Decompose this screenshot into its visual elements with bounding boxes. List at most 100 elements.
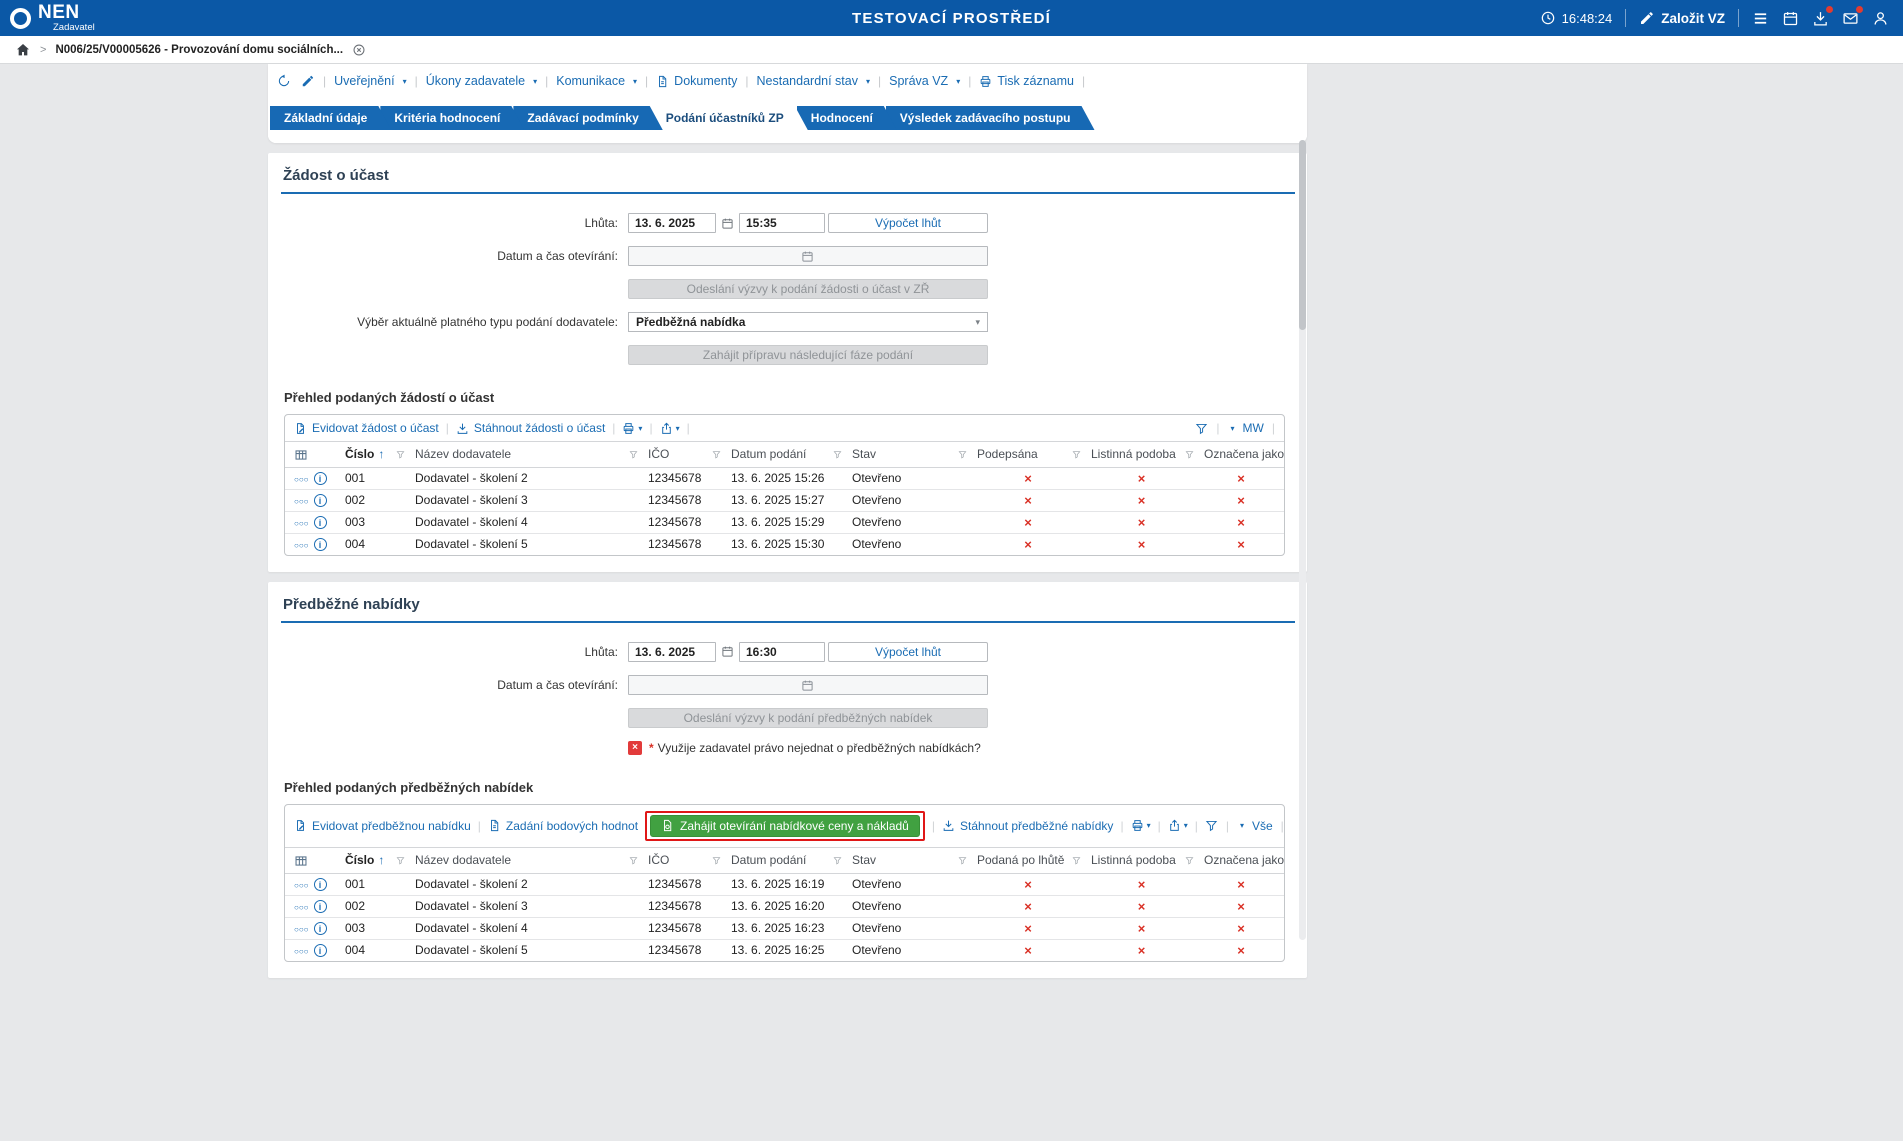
- zalozit-vz-button[interactable]: Založit VZ: [1639, 10, 1725, 26]
- lhuta-time-input[interactable]: 15:35: [739, 213, 825, 233]
- column-filter-icon[interactable]: [1185, 450, 1194, 459]
- column-filter-icon[interactable]: [712, 450, 721, 459]
- col-header-stav[interactable]: Stav: [846, 441, 971, 468]
- info-icon[interactable]: i: [313, 944, 327, 958]
- column-filter-icon[interactable]: [833, 450, 842, 459]
- zahajit-otevirani-button[interactable]: Zahájit otevírání nabídkové ceny a nákla…: [650, 814, 920, 837]
- col-header-podana-po-lhute[interactable]: Podaná po lhůtě: [971, 846, 1085, 874]
- typ-podani-select[interactable]: Předběžná nabídka ▾: [628, 312, 988, 332]
- info-icon[interactable]: i: [313, 900, 327, 914]
- col-header-podepsana[interactable]: Podepsána: [971, 441, 1085, 468]
- tab-zakladni-udaje[interactable]: Základní údaje: [270, 106, 391, 130]
- column-filter-icon[interactable]: [1072, 856, 1081, 865]
- nen-logo[interactable]: NEN Zadavatel: [10, 3, 95, 33]
- evidovat-zadost-button[interactable]: Evidovat žádost o účast: [294, 421, 439, 435]
- col-header-cislo[interactable]: Číslo ↑: [339, 441, 409, 468]
- menu-dokumenty[interactable]: Dokumenty: [656, 74, 737, 88]
- vypocet-lhut-button[interactable]: Výpočet lhůt: [828, 213, 988, 233]
- calendar-picker-button[interactable]: [721, 645, 734, 658]
- print-table-button[interactable]: ▾: [1131, 819, 1151, 832]
- session-timer[interactable]: 16:48:24: [1540, 10, 1612, 26]
- close-record-button[interactable]: [352, 43, 366, 57]
- lhuta-date-input[interactable]: 13. 6. 2025: [628, 641, 716, 662]
- col-header-datum[interactable]: Datum podání: [725, 846, 846, 874]
- info-icon[interactable]: i: [313, 922, 327, 936]
- main-menu-button[interactable]: [1752, 10, 1769, 27]
- zahajit-pripravu-button[interactable]: Zahájit přípravu následující fáze podání: [628, 345, 988, 365]
- col-header-ico[interactable]: IČO: [642, 846, 725, 874]
- info-icon[interactable]: i: [313, 494, 327, 508]
- export-table-button[interactable]: ▾: [1168, 819, 1188, 832]
- col-header-oznacena[interactable]: Označena jako ne: [1198, 441, 1284, 468]
- table-row[interactable]: ○○○ i 002 Dodavatel - školení 3 12345678 …: [285, 895, 1284, 918]
- export-table-button[interactable]: ▾: [660, 422, 680, 435]
- row-actions-icon[interactable]: ○○○: [294, 541, 309, 550]
- tab-kriteria-hodnoceni[interactable]: Kritéria hodnocení: [380, 106, 524, 130]
- vertical-scrollbar[interactable]: [1299, 140, 1306, 940]
- info-icon[interactable]: i: [313, 516, 327, 530]
- filter-button[interactable]: [1205, 819, 1218, 832]
- filter-button[interactable]: [1195, 422, 1208, 435]
- breadcrumb-item[interactable]: N006/25/V00005626 - Provozování domu soc…: [55, 44, 343, 56]
- info-icon[interactable]: i: [313, 878, 327, 892]
- row-actions-icon[interactable]: ○○○: [294, 903, 309, 912]
- table-row[interactable]: ○○○ i 003 Dodavatel - školení 4 12345678 …: [285, 917, 1284, 940]
- otevirani-datetime-input[interactable]: [628, 246, 988, 266]
- view-mode-label[interactable]: MW: [1243, 421, 1264, 435]
- column-filter-icon[interactable]: [629, 450, 638, 459]
- table-row[interactable]: ○○○ i 004 Dodavatel - školení 5 12345678 …: [285, 939, 1284, 961]
- chevron-down-icon[interactable]: ▾: [1240, 821, 1244, 830]
- column-filter-icon[interactable]: [958, 450, 967, 459]
- col-header-stav[interactable]: Stav: [846, 846, 971, 874]
- lhuta-date-input[interactable]: 13. 6. 2025: [628, 213, 716, 233]
- tab-podani-ucastniku-zp[interactable]: Podání účastníků ZP: [652, 106, 808, 130]
- menu-komunikace[interactable]: Komunikace ▾: [556, 74, 637, 88]
- zadani-bodovych-hodnot-button[interactable]: Zadání bodových hodnot: [488, 819, 638, 833]
- stahnout-zadosti-button[interactable]: Stáhnout žádosti o účast: [456, 421, 605, 435]
- row-actions-icon[interactable]: ○○○: [294, 475, 309, 484]
- menu-ukony-zadavatele[interactable]: Úkony zadavatele ▾: [426, 74, 537, 88]
- otevirani-datetime-input[interactable]: [628, 674, 988, 695]
- column-filter-icon[interactable]: [1185, 856, 1194, 865]
- profile-button[interactable]: [1872, 10, 1889, 27]
- home-button[interactable]: [15, 42, 31, 58]
- col-header-listinna[interactable]: Listinná podoba: [1085, 441, 1198, 468]
- col-header-ico[interactable]: IČO: [642, 441, 725, 468]
- menu-uverejneni[interactable]: Uveřejnění ▾: [334, 74, 406, 88]
- row-actions-icon[interactable]: ○○○: [294, 925, 309, 934]
- menu-nestandardni-stav[interactable]: Nestandardní stav ▾: [757, 74, 870, 88]
- info-icon[interactable]: i: [313, 538, 327, 552]
- back-button[interactable]: [277, 74, 291, 88]
- column-filter-icon[interactable]: [712, 856, 721, 865]
- odeslani-vyzvy-button[interactable]: Odeslání výzvy k podání předběžných nabí…: [628, 707, 988, 728]
- stahnout-nabidky-button[interactable]: Stáhnout předběžné nabídky: [942, 819, 1113, 833]
- select-column-header[interactable]: [285, 441, 339, 468]
- tab-hodnoceni[interactable]: Hodnocení: [797, 106, 897, 130]
- column-filter-icon[interactable]: [396, 856, 405, 865]
- calendar-picker-button[interactable]: [801, 678, 814, 692]
- column-filter-icon[interactable]: [629, 856, 638, 865]
- col-header-datum[interactable]: Datum podání: [725, 441, 846, 468]
- col-header-oznacena[interactable]: Označena jako nep: [1198, 846, 1284, 874]
- row-actions-icon[interactable]: ○○○: [294, 519, 309, 528]
- view-mode-label[interactable]: Vše: [1252, 819, 1273, 833]
- edit-record-button[interactable]: [301, 74, 315, 88]
- tab-zadavaci-podminky[interactable]: Zadávací podmínky: [513, 106, 662, 130]
- table-row[interactable]: ○○○ i 001 Dodavatel - školení 2 12345678 …: [285, 467, 1284, 490]
- vypocet-lhut-button[interactable]: Výpočet lhůt: [828, 641, 988, 662]
- row-actions-icon[interactable]: ○○○: [294, 497, 309, 506]
- column-filter-icon[interactable]: [958, 856, 967, 865]
- col-header-nazev[interactable]: Název dodavatele: [409, 846, 642, 874]
- menu-tisk-zaznamu[interactable]: Tisk záznamu: [979, 74, 1074, 88]
- col-header-listinna[interactable]: Listinná podoba: [1085, 846, 1198, 874]
- col-header-nazev[interactable]: Název dodavatele: [409, 441, 642, 468]
- tab-vysledek-zadavaciho-postupu[interactable]: Výsledek zadávacího postupu: [886, 106, 1095, 130]
- chevron-down-icon[interactable]: ▾: [1231, 424, 1235, 433]
- col-header-cislo[interactable]: Číslo ↑: [339, 846, 409, 874]
- downloads-button[interactable]: [1812, 5, 1833, 27]
- table-row[interactable]: ○○○ i 003 Dodavatel - školení 4 12345678 …: [285, 511, 1284, 534]
- select-column-header[interactable]: [285, 846, 339, 874]
- row-actions-icon[interactable]: ○○○: [294, 947, 309, 956]
- evidovat-nabidku-button[interactable]: Evidovat předběžnou nabídku: [294, 819, 471, 833]
- odeslani-vyzvy-button[interactable]: Odeslání výzvy k podání žádosti o účast …: [628, 279, 988, 299]
